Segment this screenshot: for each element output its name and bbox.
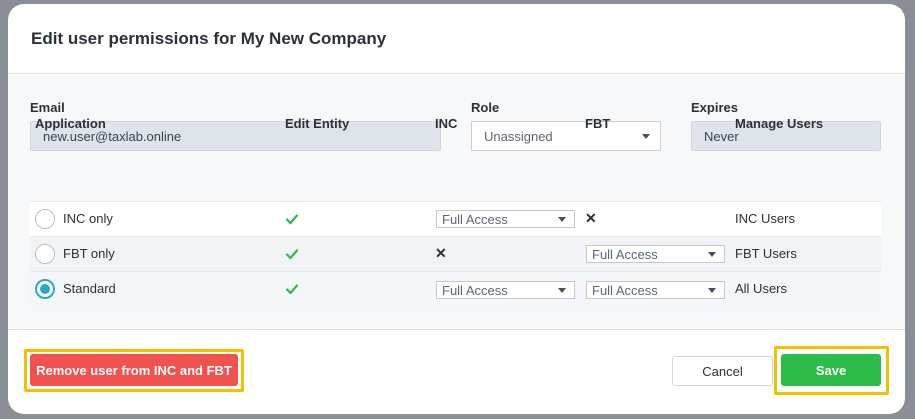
- edit-entity-cell: [285, 236, 299, 271]
- column-header-edit-entity: Edit Entity: [285, 116, 350, 131]
- expires-value: Never: [704, 128, 739, 144]
- fbt-access-select[interactable]: Full Access: [586, 245, 725, 263]
- manage-users-cell: All Users: [735, 271, 787, 306]
- manage-users-value: All Users: [735, 281, 788, 296]
- inc-access-value: Full Access: [442, 211, 508, 227]
- chevron-down-icon: [708, 251, 716, 257]
- column-header-inc: INC: [435, 116, 458, 131]
- application-option-fbt-only[interactable]: FBT only: [35, 236, 115, 271]
- inc-cell: ✕: [435, 236, 447, 271]
- inc-access-select[interactable]: Full Access: [436, 210, 575, 228]
- fbt-access-value: Full Access: [592, 282, 658, 298]
- application-option-inc-only[interactable]: INC only: [35, 201, 113, 236]
- role-label: Role: [471, 100, 500, 115]
- chevron-down-icon: [642, 133, 650, 139]
- radio-button-selected[interactable]: [35, 278, 55, 299]
- email-label: Email: [30, 100, 65, 115]
- check-icon: [285, 213, 299, 224]
- edit-entity-cell: [285, 201, 299, 236]
- table-row: Standard Full Access Full Access All Use…: [30, 271, 881, 306]
- role-value: Unassigned: [484, 128, 553, 144]
- edit-permissions-dialog: Edit user permissions for My New Company…: [8, 4, 905, 414]
- manage-users-cell: FBT Users: [735, 236, 797, 271]
- role-select[interactable]: Unassigned: [471, 121, 661, 151]
- chevron-down-icon: [558, 287, 566, 293]
- check-icon: [285, 283, 299, 294]
- radio-button[interactable]: [35, 243, 55, 264]
- check-icon: [285, 248, 299, 259]
- application-option-standard[interactable]: Standard: [35, 271, 116, 306]
- inc-access-value: Full Access: [442, 282, 508, 298]
- save-button[interactable]: Save: [781, 354, 881, 386]
- table-row: FBT only ✕ Full Access FBT Users: [30, 236, 881, 271]
- dialog-title: Edit user permissions for My New Company: [31, 28, 387, 48]
- expires-label: Expires: [691, 100, 738, 115]
- edit-entity-cell: [285, 271, 299, 306]
- dialog-header: Edit user permissions for My New Company: [8, 4, 905, 74]
- table-row: INC only Full Access ✕ INC Users: [30, 201, 881, 236]
- radio-dot: [40, 283, 50, 294]
- column-header-manage-users: Manage Users: [735, 116, 824, 131]
- manage-users-cell: INC Users: [735, 201, 795, 236]
- application-label: Standard: [63, 281, 116, 296]
- application-label: INC only: [63, 211, 113, 226]
- column-header-application: Application: [35, 116, 106, 131]
- chevron-down-icon: [558, 216, 566, 222]
- inc-access-select[interactable]: Full Access: [436, 281, 575, 299]
- column-header-fbt: FBT: [585, 116, 611, 131]
- manage-users-value: FBT Users: [735, 246, 797, 261]
- cancel-button[interactable]: Cancel: [672, 356, 773, 386]
- cross-icon: ✕: [435, 245, 447, 261]
- radio-button[interactable]: [35, 208, 55, 229]
- chevron-down-icon: [708, 287, 716, 293]
- application-label: FBT only: [63, 246, 115, 261]
- fbt-cell: ✕: [585, 201, 597, 236]
- fbt-access-value: Full Access: [592, 246, 658, 262]
- cross-icon: ✕: [585, 210, 597, 226]
- fbt-access-select[interactable]: Full Access: [586, 281, 725, 299]
- manage-users-value: INC Users: [735, 211, 795, 226]
- remove-user-button[interactable]: Remove user from INC and FBT: [30, 354, 238, 386]
